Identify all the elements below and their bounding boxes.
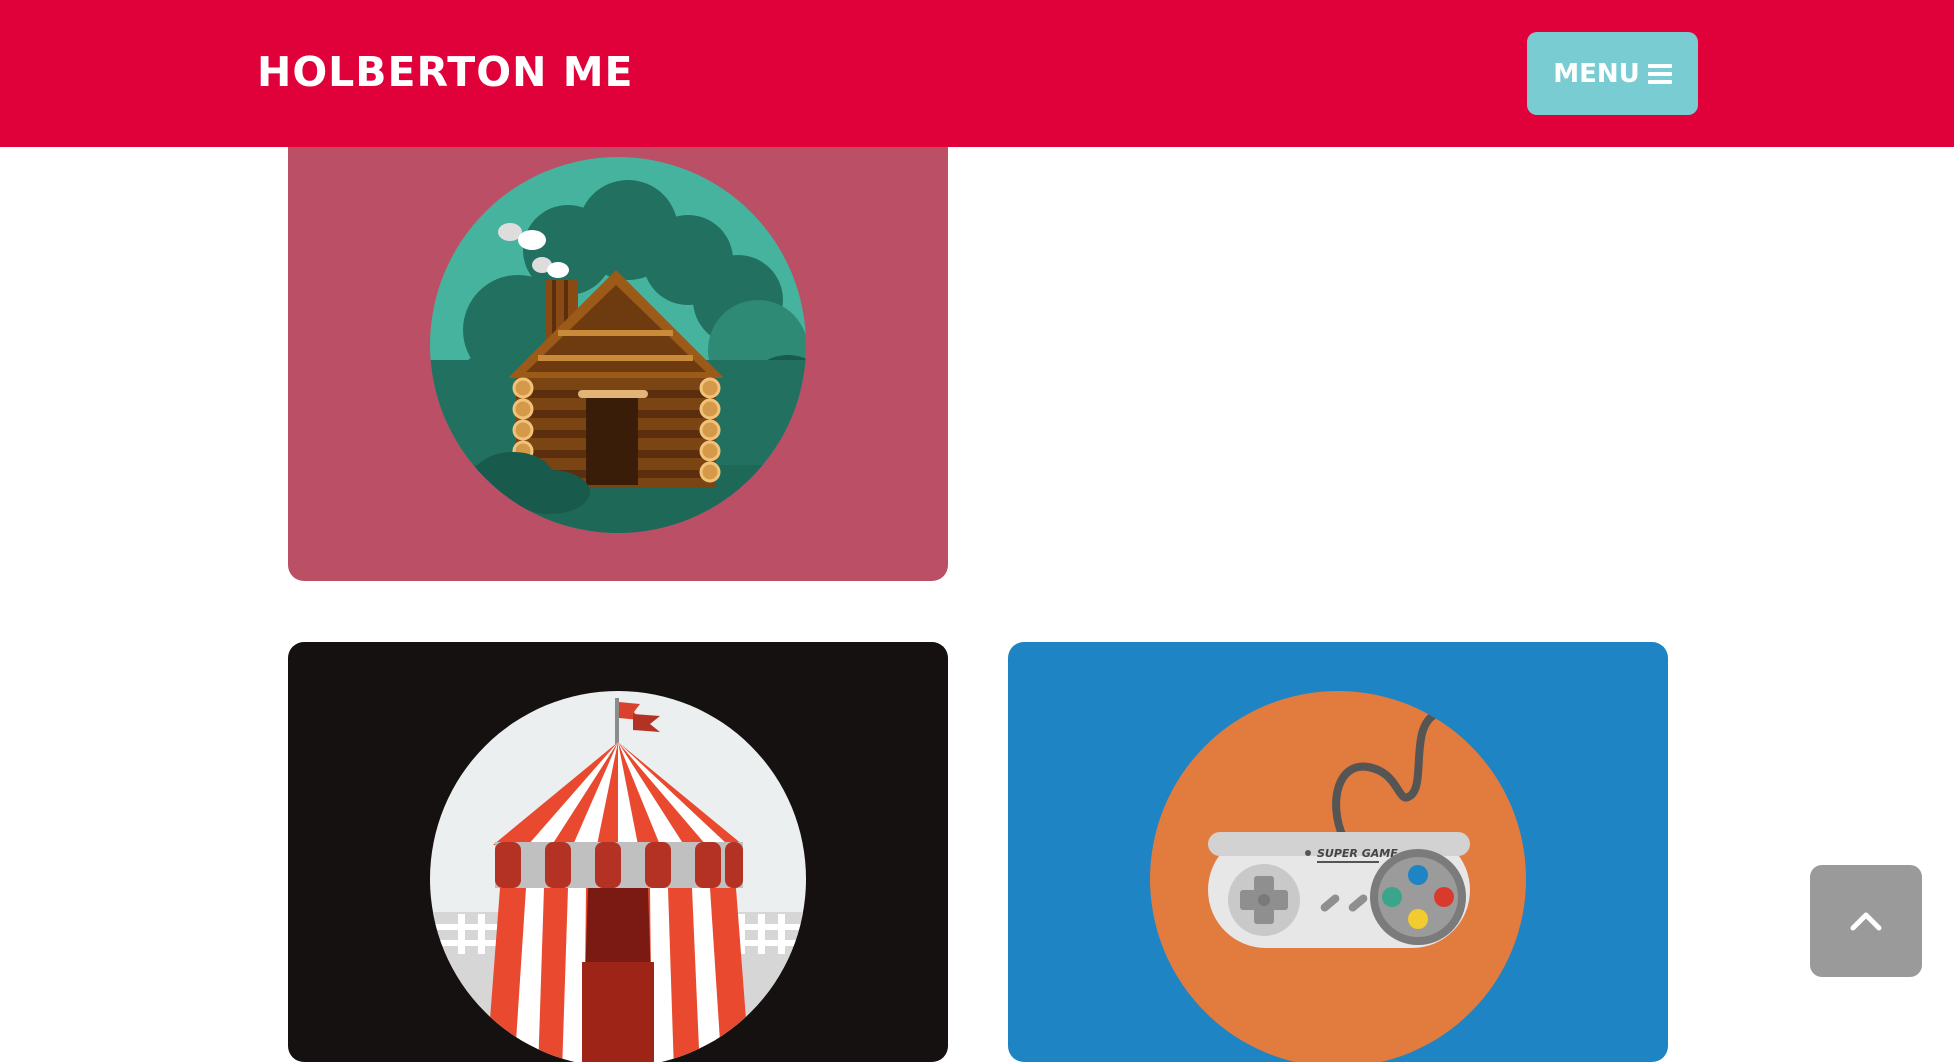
portfolio-item-game[interactable]: SUPER GAME <box>1008 642 1668 1062</box>
navbar: HOLBERTON ME MENU <box>0 0 1954 147</box>
menu-button[interactable]: MENU <box>1527 32 1698 115</box>
portfolio-item-cabin[interactable] <box>288 100 948 581</box>
brand-logo[interactable]: HOLBERTON ME <box>257 48 634 96</box>
scroll-to-top-button[interactable] <box>1810 865 1922 977</box>
log-cabin-icon <box>430 157 806 533</box>
menu-label: MENU <box>1553 58 1640 89</box>
circus-tent-icon <box>430 691 806 1062</box>
game-controller-icon: SUPER GAME <box>1150 691 1526 1062</box>
hamburger-icon <box>1647 63 1672 84</box>
chevron-up-icon <box>1850 912 1882 931</box>
portfolio-item-circus[interactable] <box>288 642 948 1062</box>
controller-label: SUPER GAME <box>1317 847 1398 860</box>
